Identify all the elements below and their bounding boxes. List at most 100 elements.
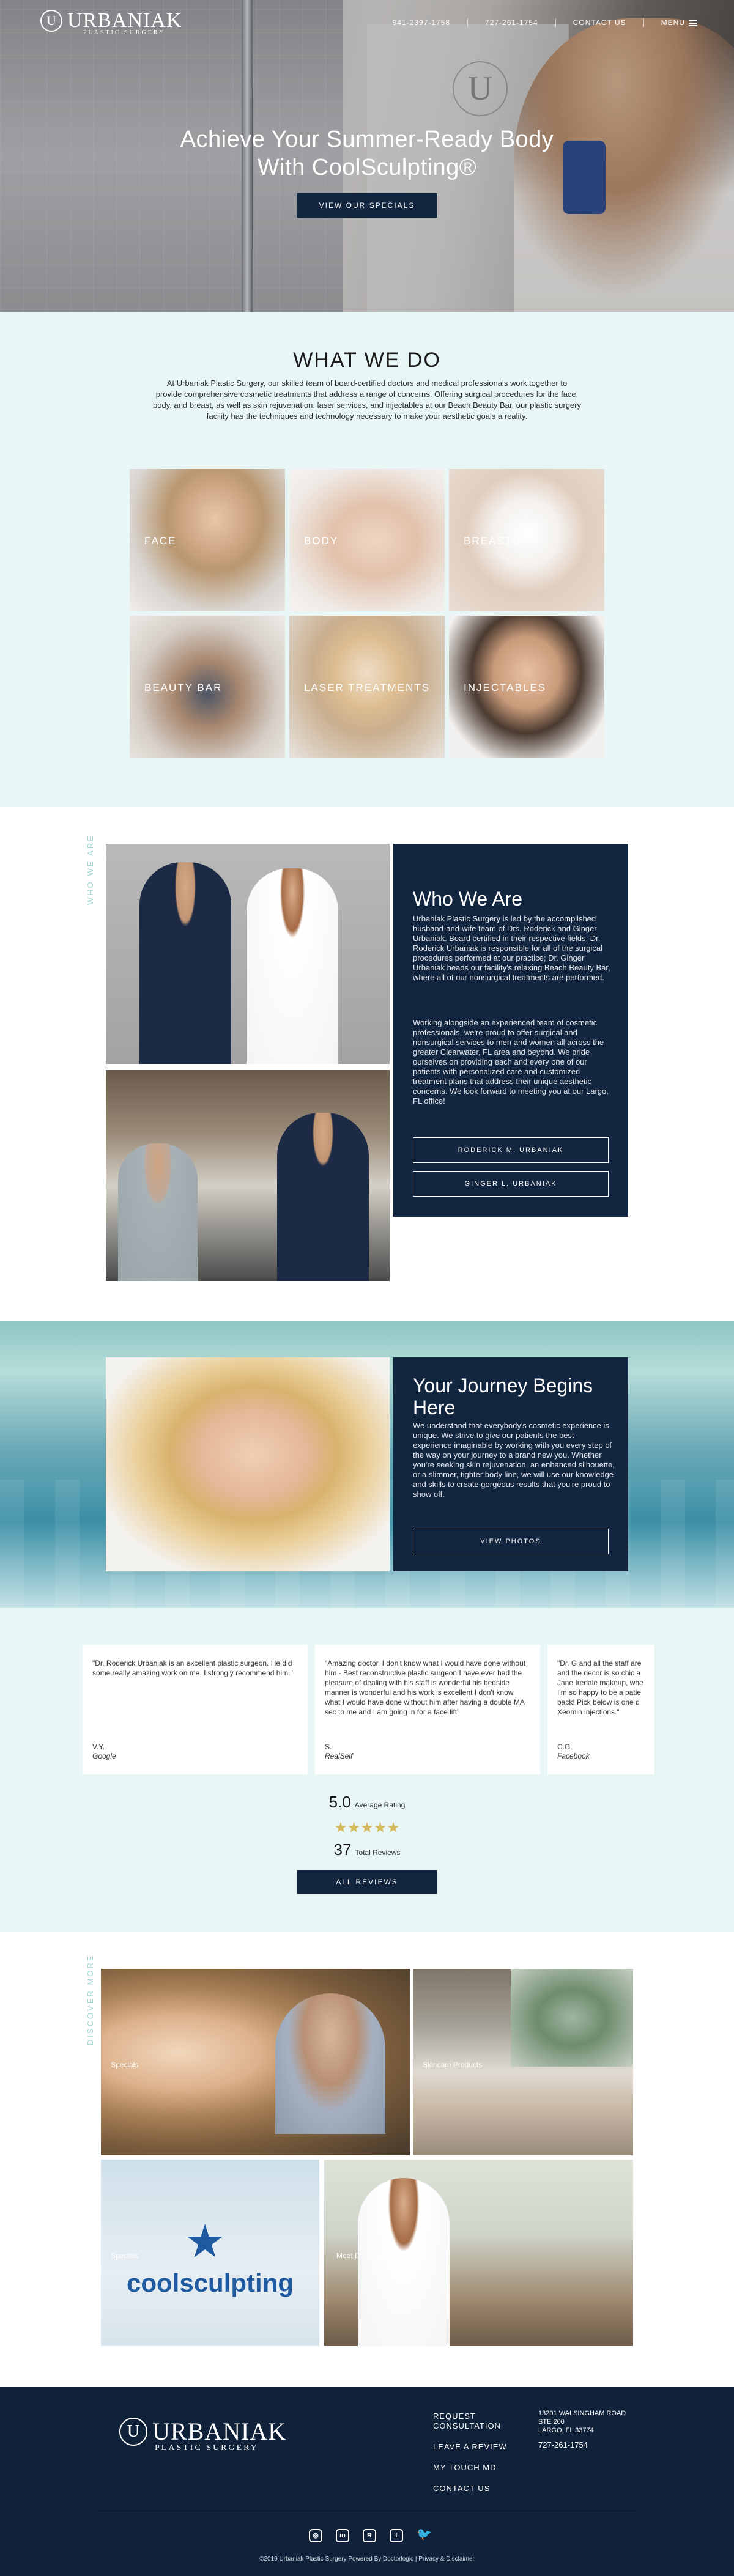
footer-link-consultation[interactable]: REQUEST CONSULTATION (433, 2412, 506, 2431)
dr-roderick-figure (139, 862, 231, 1064)
review-source: Facebook (557, 1752, 590, 1760)
review-card: "Dr. G and all the staff are and the dec… (547, 1645, 654, 1774)
dr-ginger-figure (358, 2178, 450, 2346)
tile-coolsculpting-label: Specials (111, 2251, 139, 2260)
tile-face-label: FACE (144, 535, 177, 547)
logo-name: URBANIAK (67, 9, 182, 32)
hero-banner: U U URBANIAK PLASTIC SURGERY 941-2397-17… (0, 0, 734, 312)
page: U U URBANIAK PLASTIC SURGERY 941-2397-17… (0, 0, 734, 2576)
footer-logo-subtitle: PLASTIC SURGERY (155, 2443, 259, 2452)
journey-title-line2: Here (413, 1397, 456, 1419)
dr-ginger-figure (247, 868, 338, 1064)
review-card: "Dr. Roderick Urbaniak is an excellent p… (83, 1645, 308, 1774)
tile-face[interactable]: FACE (130, 469, 285, 611)
window-plants (511, 1969, 633, 2067)
footer-link-review[interactable]: LEAVE A REVIEW (433, 2442, 507, 2452)
footer-logo-name: URBANIAK (152, 2418, 287, 2445)
nav-divider (467, 18, 469, 27)
footer-logo-mark: U (119, 2418, 147, 2446)
hero-headline-line2: With CoolSculpting® (257, 155, 477, 180)
tile-skincare-products[interactable]: Skincare Products (413, 1969, 633, 2155)
hero-headline: Achieve Your Summer-Ready Body With Cool… (0, 125, 734, 182)
who-we-are-para2: Working alongside an experienced team of… (413, 1018, 609, 1105)
realself-icon[interactable]: R (363, 2529, 376, 2542)
total-reviews-label: Total Reviews (355, 1848, 401, 1857)
total-reviews: 37 Total Reviews (0, 1840, 734, 1859)
top-navigation: 941-2397-1758 727-261-1754 CONTACT US ME… (393, 18, 697, 27)
discover-more-section: DISCOVER MORE Specials Skincare Products… (0, 1932, 734, 2387)
site-footer: U URBANIAK PLASTIC SURGERY REQUEST CONSU… (0, 2387, 734, 2576)
who-we-are-para1: Urbaniak Plastic Surgery is led by the a… (413, 914, 610, 982)
total-reviews-value: 37 (333, 1840, 352, 1859)
view-specials-button[interactable]: VIEW OUR SPECIALS (297, 193, 437, 218)
tile-coolsculpting[interactable]: coolsculpting Specials (101, 2160, 319, 2346)
view-photos-button[interactable]: VIEW PHOTOS (413, 1529, 609, 1554)
linkedin-icon[interactable]: in (336, 2529, 349, 2542)
contact-link[interactable]: CONTACT US (573, 18, 626, 27)
review-card: "Amazing doctor, I don't know what I wou… (315, 1645, 540, 1774)
man-figure (275, 1993, 385, 2134)
review-source: Google (92, 1752, 116, 1760)
tile-specials-label: Specials (111, 2061, 139, 2069)
tile-skincare-label: Skincare Products (423, 2061, 483, 2069)
review-author: V.Y. (92, 1743, 105, 1751)
roderick-bio-button[interactable]: RODERICK M. URBANIAK (413, 1137, 609, 1163)
tile-breasts[interactable]: BREASTS (449, 469, 604, 611)
footer-link-contact[interactable]: CONTACT US (433, 2484, 507, 2493)
tile-beauty-bar-label: BEAUTY BAR (144, 682, 223, 693)
footer-phone[interactable]: 727-261-1754 (538, 2441, 626, 2449)
review-author: S. (325, 1743, 332, 1751)
review-text: "Dr. Roderick Urbaniak is an excellent p… (92, 1659, 293, 1677)
site-logo[interactable]: U URBANIAK PLASTIC SURGERY (40, 9, 182, 36)
review-source: RealSelf (325, 1752, 353, 1760)
facebook-icon[interactable]: f (390, 2529, 403, 2542)
tile-body-label: BODY (304, 535, 339, 547)
review-text: "Amazing doctor, I don't know what I wou… (325, 1659, 526, 1716)
tile-beauty-bar[interactable]: BEAUTY BAR (130, 616, 285, 758)
doctor-figure (277, 1113, 369, 1281)
tile-specials-couple[interactable]: Specials (101, 1969, 410, 2155)
address-line1: 13201 WALSINGHAM ROAD (538, 2410, 626, 2417)
who-we-are-card: Who We Are Urbaniak Plastic Surgery is l… (393, 844, 628, 1217)
smiling-woman-photo (106, 1357, 390, 1571)
journey-card: Your Journey Begins Here We understand t… (393, 1357, 628, 1571)
phone-link-1[interactable]: 941-2397-1758 (393, 18, 450, 27)
address-line2: STE 200 (538, 2418, 565, 2426)
tile-body[interactable]: BODY (289, 469, 445, 611)
ginger-bio-button[interactable]: GINGER L. URBANIAK (413, 1171, 609, 1197)
tile-meet-dr-ginger-label: Meet Dr. Ginger (336, 2251, 388, 2260)
copyright: ©2019 Urbaniak Plastic Surgery Powered B… (259, 2556, 475, 2563)
review-attribution: C.G. Facebook (557, 1743, 590, 1761)
phone-link-2[interactable]: 727-261-1754 (485, 18, 538, 27)
review-attribution: V.Y. Google (92, 1743, 116, 1761)
tile-breasts-label: BREASTS (464, 535, 521, 547)
average-rating: 5.0 Average Rating (0, 1793, 734, 1812)
twitter-icon[interactable]: 🐦 (417, 2528, 432, 2542)
what-we-do-section: WHAT WE DO At Urbaniak Plastic Surgery, … (0, 312, 734, 807)
rating-stars: ★★★★★ (334, 1820, 400, 1836)
nav-divider (643, 18, 644, 27)
patient-figure (118, 1143, 198, 1281)
what-we-do-text: At Urbaniak Plastic Surgery, our skilled… (153, 378, 581, 421)
journey-title-line1: Your Journey Begins (413, 1375, 593, 1397)
who-we-are-title: Who We Are (413, 888, 523, 910)
what-we-do-title: WHAT WE DO (293, 349, 441, 372)
tile-laser-treatments[interactable]: LASER TREATMENTS (289, 616, 445, 758)
who-we-are-side-label: WHO WE ARE (86, 834, 95, 905)
tile-meet-dr-ginger[interactable]: Meet Dr. Ginger (324, 2160, 633, 2346)
tile-laser-treatments-label: LASER TREATMENTS (304, 682, 431, 693)
tile-injectables[interactable]: INJECTABLES (449, 616, 604, 758)
review-text: "Dr. G and all the staff are and the dec… (557, 1659, 643, 1716)
footer-links: REQUEST CONSULTATION LEAVE A REVIEW MY T… (433, 2412, 507, 2504)
review-author: C.G. (557, 1743, 573, 1751)
footer-link-mytouchmd[interactable]: MY TOUCH MD (433, 2463, 507, 2473)
instagram-icon[interactable]: ◎ (309, 2529, 322, 2542)
logo-subtitle: PLASTIC SURGERY (83, 29, 166, 36)
discover-side-label: DISCOVER MORE (86, 1954, 95, 2045)
journey-title: Your Journey Begins Here (413, 1375, 593, 1419)
tile-injectables-label: INJECTABLES (464, 682, 547, 693)
footer-logo[interactable]: U URBANIAK PLASTIC SURGERY (119, 2418, 287, 2452)
menu-button[interactable]: MENU (661, 18, 697, 27)
hero-headline-line1: Achieve Your Summer-Ready Body (180, 127, 554, 152)
all-reviews-button[interactable]: ALL REVIEWS (297, 1870, 437, 1894)
